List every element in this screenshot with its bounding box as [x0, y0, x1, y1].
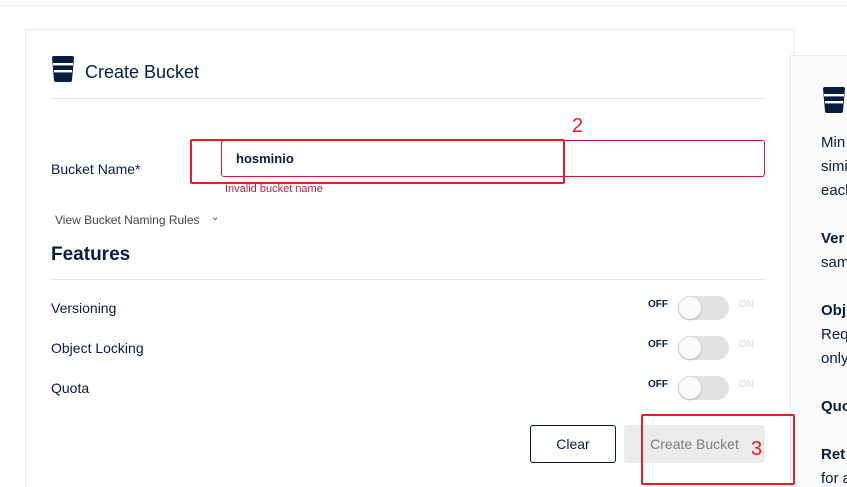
chevron-down-icon[interactable]: ⌄: [211, 212, 219, 223]
side-text-line: Req: [821, 326, 847, 343]
quota-label: Quota: [51, 380, 90, 396]
object-locking-off-label: OFF: [648, 339, 668, 350]
toggle-knob: [679, 297, 701, 319]
side-text-line: for a: [821, 470, 847, 487]
annotation-number-3: 3: [751, 438, 763, 460]
top-bar: [0, 0, 847, 6]
features-heading: Features: [51, 244, 131, 265]
bucket-icon: [51, 56, 75, 82]
side-text-line: each: [821, 182, 847, 199]
side-text-line: sam: [821, 254, 847, 271]
annotation-number-2: 2: [572, 115, 584, 137]
view-naming-rules-link[interactable]: View Bucket Naming Rules: [55, 213, 200, 227]
side-text-line: Min: [821, 134, 846, 151]
side-heading-object-locking: Obj: [821, 302, 846, 319]
features-divider: [51, 279, 765, 280]
clear-button[interactable]: Clear: [530, 425, 616, 463]
quota-on-label: ON: [739, 379, 754, 390]
annotation-box-create: [641, 414, 795, 485]
quota-toggle[interactable]: [678, 376, 729, 400]
header-divider: [51, 98, 765, 99]
object-locking-on-label: ON: [739, 339, 754, 350]
page-title: Create Bucket: [85, 62, 200, 82]
bucket-name-label: Bucket Name*: [51, 161, 141, 177]
side-bucket-icon: [822, 87, 846, 113]
side-heading-versioning: Ver: [821, 230, 845, 247]
quota-off-label: OFF: [648, 379, 668, 390]
toggle-knob: [679, 377, 701, 399]
side-heading-quota: Quo: [821, 398, 847, 415]
versioning-on-label: ON: [739, 299, 754, 310]
versioning-off-label: OFF: [648, 299, 668, 310]
side-text-line: only: [821, 350, 847, 367]
versioning-toggle[interactable]: [678, 296, 729, 320]
annotation-box-input: [190, 139, 565, 184]
object-locking-label: Object Locking: [51, 340, 144, 356]
object-locking-toggle[interactable]: [678, 336, 729, 360]
versioning-label: Versioning: [51, 300, 117, 316]
toggle-knob: [679, 337, 701, 359]
side-heading-retention: Ret: [821, 446, 846, 463]
help-side-panel: [790, 55, 847, 487]
side-text-line: simi: [821, 158, 847, 175]
bucket-name-error: Invalid bucket name: [225, 183, 323, 195]
